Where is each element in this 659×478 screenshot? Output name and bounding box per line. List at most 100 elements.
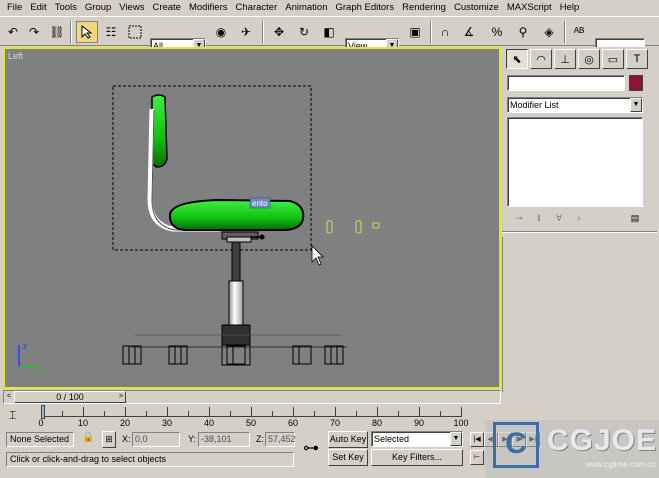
time-slider[interactable]: < 0 / 100 > [3,390,501,404]
menu-bar: File Edit Tools Group Views Create Modifiers Ch… [0,0,659,16]
track-tick [146,411,147,417]
configure-modifier-sets-icon[interactable]: ▤ [627,210,643,226]
track-tick [398,411,399,417]
object-name-field[interactable] [507,75,625,91]
select-object-icon[interactable] [76,21,98,43]
time-slider-next-button[interactable]: > [116,391,126,403]
utilities-tab-icon[interactable]: T [626,49,648,69]
lock-selection-icon[interactable]: 🔒 [82,432,94,443]
chair-seat [168,198,305,231]
track-bar-current-frame[interactable] [41,405,45,419]
track-tick-label: 30 [161,418,173,428]
y-coordinate-input[interactable]: -38,101 [198,432,250,447]
track-tick [419,407,420,417]
menu-maxscript[interactable]: MAXScript [503,0,556,16]
track-tick-label: 70 [329,418,341,428]
track-tick-label: 20 [119,418,131,428]
display-tab-icon[interactable]: ▭ [602,49,624,69]
go-to-start-icon[interactable]: |◀ [470,432,484,447]
pin-stack-icon[interactable]: ⊸ [511,210,527,226]
menu-group[interactable]: Group [81,0,115,16]
absolute-mode-icon[interactable]: ⊞ [102,431,116,448]
track-tick-label: 10 [77,418,89,428]
window-crossing-icon[interactable]: ◉ [210,21,232,43]
z-coordinate-input[interactable]: 57,452 [265,432,296,447]
make-unique-icon[interactable]: ∀ [551,210,567,226]
track-bar[interactable]: ⌶ 0 10 20 30 40 50 60 70 80 90 100 [3,405,483,429]
menu-modifiers[interactable]: Modifiers [185,0,232,16]
track-tick [104,411,105,417]
select-and-move-icon[interactable]: ✥ [268,21,290,43]
watermark-url: www.cgtime.com.cn [585,460,656,469]
modifier-stack[interactable] [507,117,643,207]
key-filters-button[interactable]: Key Filters... [371,449,463,466]
track-tick [230,411,231,417]
angle-snap-icon[interactable]: ∡ [458,21,480,43]
menu-help[interactable]: Help [556,0,584,16]
key-mode-dropdown[interactable]: Selected ▼ [371,431,463,447]
pivot-center-icon[interactable]: ▣ [404,21,426,43]
remove-modifier-icon[interactable]: ♁ [571,210,587,226]
left-viewport[interactable]: Left ento z y [3,47,501,389]
menu-customize[interactable]: Customize [450,0,503,16]
menu-edit[interactable]: Edit [26,0,50,16]
hierarchy-tab-icon[interactable]: ⊥ [554,49,576,69]
snaps-toggle-icon[interactable]: ∩ [434,21,456,43]
track-tick [461,407,462,417]
select-and-manipulate-icon[interactable]: ✈ [235,21,257,43]
track-tick-label: 50 [245,418,257,428]
spinner-snap-icon[interactable]: ⚲ [512,21,534,43]
redo-icon[interactable]: ↷ [23,21,45,43]
menu-file[interactable]: File [3,0,26,16]
mini-curve-editor-icon[interactable]: ⌶ [9,408,16,423]
track-tick-label: 40 [203,418,215,428]
mouse-cursor [311,245,324,266]
track-tick [209,407,210,417]
modify-tab-icon[interactable]: ◠ [530,49,552,69]
show-end-result-icon[interactable]: ‖ [531,210,547,226]
x-coordinate-input[interactable]: 0,0 [132,432,180,447]
object-name-tooltip: ento [252,199,268,208]
track-tick-label: 0 [38,418,44,428]
select-and-rotate-icon[interactable]: ↻ [293,21,315,43]
select-and-scale-icon[interactable]: ◧ [318,21,340,43]
command-panel: ⬉ ◠ ⊥ ◎ ▭ T Modifier List ▼ ⊸ ‖ ∀ ♁ ▤ [502,47,657,392]
motion-tab-icon[interactable]: ◎ [578,49,600,69]
track-tick-label: 100 [453,418,469,428]
watermark-logo: C [493,422,539,468]
select-and-link-icon[interactable]: ⛓ [46,21,68,43]
chair-gas-cylinder [231,241,241,283]
track-tick [293,407,294,417]
menu-animation[interactable]: Animation [281,0,331,16]
menu-character[interactable]: Character [232,0,282,16]
track-tick [251,407,252,417]
set-key-icon[interactable]: ⊶ [296,437,326,459]
menu-rendering[interactable]: Rendering [398,0,450,16]
named-selection-icon[interactable]: ◈ [538,21,560,43]
menu-tools[interactable]: Tools [51,0,81,16]
rectangular-selection-icon[interactable] [124,21,146,43]
create-tab-icon[interactable]: ⬉ [506,49,528,69]
menu-create[interactable]: Create [148,0,185,16]
watermark-text: CGJOE [547,424,658,457]
key-mode-toggle-icon[interactable]: ⊢ [470,450,484,465]
menu-graph-editors[interactable]: Graph Editors [331,0,398,16]
set-key-button[interactable]: Set Key [328,449,368,466]
undo-icon[interactable]: ↶ [2,21,24,43]
modifier-list-dropdown[interactable]: Modifier List ▼ [507,97,643,113]
chair-base [221,324,251,348]
menu-views[interactable]: Views [115,0,148,16]
track-tick [314,411,315,417]
percent-snap-icon[interactable]: % [486,21,508,43]
time-slider-thumb[interactable]: 0 / 100 [14,391,126,403]
prompt-line: Click or click-and-drag to select object… [6,452,294,467]
object-color-swatch[interactable] [629,75,643,91]
mirror-icon[interactable]: ᴬᴮ [568,21,590,43]
auto-key-button[interactable]: Auto Key [328,431,368,448]
track-tick-label: 90 [413,418,425,428]
watermark: C CGJOE www.cgtime.com.cn [485,420,659,478]
selection-status: None Selected [6,432,74,447]
track-tick [377,407,378,417]
time-slider-prev-button[interactable]: < [4,391,14,403]
select-by-name-icon[interactable]: ☷ [100,21,122,43]
